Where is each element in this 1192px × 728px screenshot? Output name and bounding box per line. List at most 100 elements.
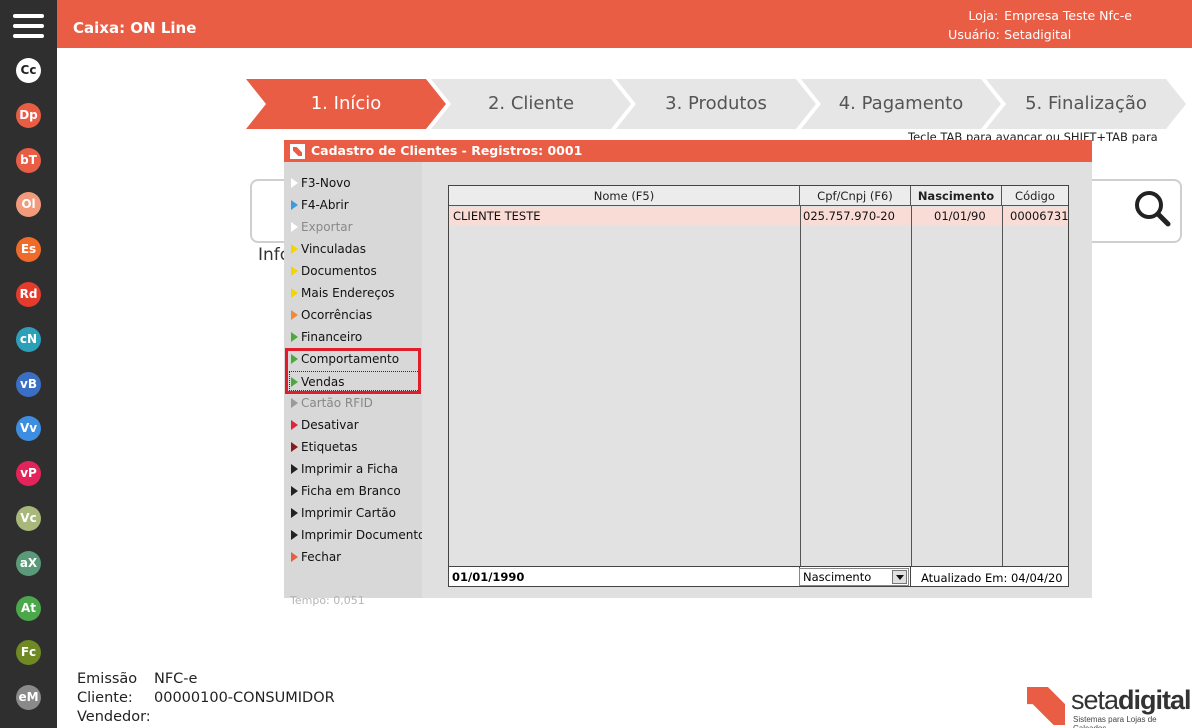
menu-item-label: Ficha em Branco [301, 484, 401, 498]
menu-item-imprimir-a-ficha[interactable]: Imprimir a Ficha [290, 459, 398, 479]
menu-item-label: Exportar [301, 220, 353, 234]
sidebar-item-vv-icon[interactable]: Vv [16, 416, 41, 442]
menu-arrow-icon [291, 200, 298, 210]
menu-item-imprimir-cart-o[interactable]: Imprimir Cartão [290, 503, 396, 523]
chevron-down-icon[interactable] [892, 570, 907, 584]
menu-arrow-icon [291, 332, 298, 342]
step-finalizacao[interactable]: 5. Finalização [986, 79, 1186, 129]
menu-arrow-icon [291, 552, 298, 562]
page-title: Caixa: ON Line [73, 19, 197, 37]
sale-info: Emissão NFC-e Cliente: 00000100-CONSUMIDOR… [77, 670, 335, 727]
menu-item-ficha-em-branco[interactable]: Ficha em Branco [290, 481, 401, 501]
menu-arrow-icon [291, 420, 298, 430]
user-value: Setadigital [1004, 27, 1072, 42]
cell-nome: CLIENTE TESTE [453, 209, 541, 223]
cliente-value: 00000100-CONSUMIDOR [154, 690, 335, 706]
menu-item-cart-o-rfid[interactable]: Cartão RFID [290, 393, 373, 413]
emissao-value: NFC-e [154, 671, 198, 687]
menu-arrow-icon [291, 530, 298, 540]
menu-item-label: F3-Novo [301, 176, 351, 190]
sidebar-item-rd-icon[interactable]: Rd [16, 282, 41, 307]
menu-arrow-icon [291, 244, 298, 254]
menu-icon[interactable] [13, 14, 44, 38]
sidebar-item-vb-icon[interactable]: vB [16, 371, 41, 397]
table-row[interactable]: CLIENTE TESTE 025.757.970-20 01/01/90 00… [449, 207, 1069, 225]
col-nascimento[interactable]: Nascimento (F7) [911, 186, 1002, 223]
sidebar-item-dp-icon[interactable]: Dp [16, 102, 41, 128]
step-pagamento[interactable]: 4. Pagamento [801, 79, 1001, 129]
menu-item-label: Imprimir Documentos [301, 528, 432, 542]
step-label: 4. Pagamento [838, 93, 964, 114]
menu-item-label: Desativar [301, 418, 359, 432]
step-inicio[interactable]: 1. Início [246, 79, 446, 129]
menu-arrow-icon [291, 266, 298, 276]
sidebar-item-ol-icon[interactable]: Ol [16, 192, 41, 218]
menu-item-label: Etiquetas [301, 440, 358, 454]
menu-item-financeiro[interactable]: Financeiro [290, 327, 362, 347]
menu-arrow-icon [291, 222, 298, 232]
sidebar-item-em-icon[interactable]: eM [16, 685, 41, 711]
menu-arrow-icon [291, 288, 298, 298]
grid-footer: 01/01/1990 Nascimento Atualizado Em: 04/… [449, 566, 1068, 587]
sidebar: Cc Dp bT Ol Es Rd cN vB Vv vP Vc aX At Fc eM [0, 0, 57, 728]
sidebar-item-fc-icon[interactable]: Fc [16, 640, 41, 666]
sidebar-item-bt-icon[interactable]: bT [16, 147, 41, 173]
menu-item-label: Financeiro [301, 330, 363, 344]
grid-header: Nome (F5) Cpf/Cnpj (F6) Nascimento (F7) … [449, 186, 1068, 223]
sort-select[interactable]: Nascimento [799, 568, 909, 586]
step-label: 1. Início [310, 93, 382, 114]
sidebar-item-vc-icon[interactable]: Vc [16, 506, 41, 531]
store-label: Loja: [968, 8, 999, 23]
dialog-menu: F3-Novo F4-Abrir Exportar Vinculadas Documen… [284, 162, 432, 607]
menu-item-f3-novo[interactable]: F3-Novo [290, 173, 351, 193]
column-divider [1002, 206, 1003, 566]
menu-item-label: Cartão RFID [301, 396, 373, 410]
column-divider [911, 206, 912, 566]
menu-item-mais-endere-os[interactable]: Mais Endereços [290, 283, 395, 303]
brand-logo: setadigital Sistemas para Lojas de Calça… [1027, 685, 1192, 728]
menu-item-ocorr-ncias[interactable]: Ocorrências [290, 305, 372, 325]
seta-logo-icon [1027, 687, 1065, 725]
footer-divider [910, 567, 911, 587]
menu-item-label: Imprimir Cartão [301, 506, 396, 520]
menu-item-etiquetas[interactable]: Etiquetas [290, 437, 358, 457]
sidebar-item-es-icon[interactable]: Es [16, 237, 41, 263]
dialog-title: Cadastro de Clientes - Registros: 0001 [284, 140, 1092, 162]
store-value: Empresa Teste Nfc-e [1004, 8, 1132, 23]
menu-arrow-icon [291, 442, 298, 452]
step-produtos[interactable]: 3. Produtos [616, 79, 816, 129]
col-cpf[interactable]: Cpf/Cnpj (F6) [800, 186, 911, 206]
menu-item-label: Fechar [301, 550, 342, 564]
sidebar-item-ax-icon[interactable]: aX [16, 550, 41, 576]
col-nome[interactable]: Nome (F5) [449, 186, 800, 206]
clientes-dialog: Cadastro de Clientes - Registros: 0001 F… [284, 140, 1092, 607]
menu-item-imprimir-documentos[interactable]: Imprimir Documentos [290, 525, 432, 545]
brand-name-a: seta [1071, 685, 1119, 715]
column-divider [800, 206, 801, 566]
col-codigo[interactable]: Código (F8) [1002, 186, 1068, 223]
menu-item-exportar[interactable]: Exportar [290, 217, 353, 237]
updated-label: Atualizado Em: 04/04/20 [921, 571, 1063, 585]
menu-item-label: F4-Abrir [301, 198, 349, 212]
step-label: 5. Finalização [1025, 93, 1147, 114]
step-label: 2. Cliente [487, 93, 575, 114]
menu-item-vinculadas[interactable]: Vinculadas [290, 239, 366, 259]
search-icon[interactable] [1132, 188, 1172, 228]
menu-arrow-icon [291, 486, 298, 496]
brand-tagline: Sistemas para Lojas de Calçados [1073, 715, 1157, 728]
menu-item-label: Documentos [301, 264, 377, 278]
menu-item-fechar[interactable]: Fechar [290, 547, 341, 567]
clientes-grid: Nome (F5) Cpf/Cnpj (F6) Nascimento (F7) … [448, 185, 1069, 587]
menu-item-f4-abrir[interactable]: F4-Abrir [290, 195, 349, 215]
sidebar-item-cc-icon[interactable]: Cc [16, 58, 41, 83]
step-cliente[interactable]: 2. Cliente [431, 79, 631, 129]
tempo-label: Tempo: 0,051 [290, 594, 365, 607]
sidebar-item-cn-icon[interactable]: cN [16, 326, 41, 352]
sidebar-item-vp-icon[interactable]: vP [16, 461, 41, 487]
menu-item-desativar[interactable]: Desativar [290, 415, 359, 435]
sidebar-item-at-icon[interactable]: At [16, 595, 41, 621]
menu-arrow-icon [291, 310, 298, 320]
menu-arrow-icon [291, 178, 298, 188]
menu-item-label: Imprimir a Ficha [301, 462, 398, 476]
menu-item-documentos[interactable]: Documentos [290, 261, 377, 281]
